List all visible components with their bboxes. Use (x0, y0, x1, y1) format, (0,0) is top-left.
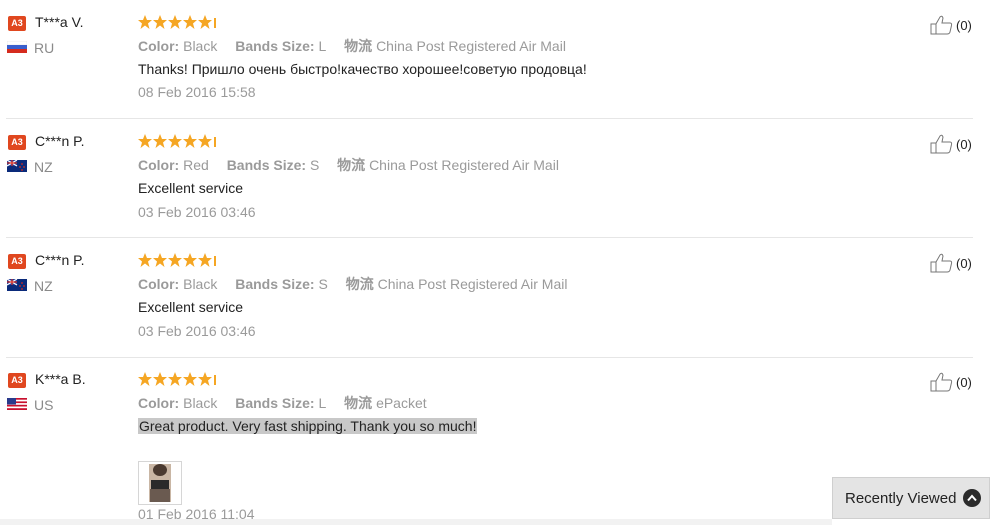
review-text: Excellent service (138, 180, 244, 196)
order-info: Color: Black Bands Size: L 物流 ePacket (138, 393, 427, 413)
size-label: Bands Size: (235, 276, 315, 292)
color-value: Black (183, 276, 218, 292)
thumbs-up-icon (930, 253, 953, 273)
size-value: L (318, 38, 327, 54)
review-item: A3 T***a V. RU Color: Black Bands Size: … (6, 14, 973, 119)
review-text: Great product. Very fast shipping. Thank… (138, 418, 478, 434)
color-label: Color: (138, 38, 180, 54)
helpful-count: (0) (956, 136, 972, 152)
shipping-value: China Post Registered Air Mail (376, 38, 566, 54)
review-date: 08 Feb 2016 15:58 (138, 84, 256, 100)
size-label: Bands Size: (235, 38, 315, 54)
shipping-label: 物流 (345, 276, 374, 292)
shipping-label: 物流 (344, 395, 373, 411)
helpful-count: (0) (956, 17, 972, 33)
reviewer-country: NZ (34, 278, 53, 294)
buyer-level-badge: A3 (8, 254, 26, 269)
rating-stars (138, 372, 216, 386)
buyer-level-badge: A3 (8, 135, 26, 150)
size-value: L (318, 395, 327, 411)
recently-viewed-label: Recently Viewed (845, 489, 957, 507)
reviewer-name: K***a B. (35, 371, 86, 387)
color-label: Color: (138, 276, 180, 292)
photo-image (139, 462, 181, 504)
review-item: A3 C***n P. NZ Color: Black Bands Size: … (6, 252, 973, 358)
thumbs-up-icon (930, 134, 953, 154)
flag-nz-icon (7, 279, 27, 291)
helpful-count: (0) (956, 374, 972, 390)
size-label: Bands Size: (226, 157, 307, 173)
helpful-button[interactable]: (0) (930, 15, 972, 35)
shipping-value: China Post Registered Air Mail (369, 157, 559, 173)
helpful-count: (0) (956, 255, 972, 271)
shipping-label: 物流 (337, 157, 366, 173)
reviewer-country: RU (34, 40, 55, 56)
buyer-level-badge: A3 (8, 16, 26, 31)
shipping-label: 物流 (344, 38, 373, 54)
color-value: Black (183, 395, 218, 411)
order-info: Color: Black Bands Size: S 物流 China Post… (138, 274, 567, 294)
color-value: Black (183, 38, 218, 54)
flag-ru-icon (7, 41, 27, 53)
review-text: Thanks! Пришло очень быстро!качество хор… (138, 61, 587, 77)
review-item: A3 C***n P. NZ Color: Red Bands Size: S … (6, 133, 973, 238)
chevron-up-icon (963, 489, 981, 507)
reviewer-name: C***n P. (35, 252, 85, 268)
reviewer-country: US (34, 397, 54, 413)
footer-strip (0, 519, 832, 525)
shipping-value: ePacket (376, 395, 427, 411)
shipping-value: China Post Registered Air Mail (377, 276, 568, 292)
color-label: Color: (138, 157, 180, 173)
review-date: 03 Feb 2016 03:46 (138, 204, 256, 220)
reviewer-name: C***n P. (35, 133, 85, 149)
review-date: 03 Feb 2016 03:46 (138, 323, 256, 339)
helpful-button[interactable]: (0) (930, 372, 972, 392)
color-label: Color: (138, 395, 180, 411)
thumbs-up-icon (930, 15, 953, 35)
order-info: Color: Red Bands Size: S 物流 China Post R… (138, 155, 559, 175)
thumbs-up-icon (930, 372, 953, 392)
reviewer-name: T***a V. (35, 14, 84, 30)
size-label: Bands Size: (235, 395, 315, 411)
flag-nz-icon (7, 160, 27, 172)
reviewer-country: NZ (34, 159, 53, 175)
rating-stars (138, 134, 216, 148)
helpful-button[interactable]: (0) (930, 134, 972, 154)
rating-stars (138, 253, 216, 267)
review-photo-thumbnail[interactable] (138, 461, 182, 505)
rating-stars (138, 15, 216, 29)
recently-viewed-button[interactable]: Recently Viewed (832, 477, 990, 519)
buyer-level-badge: A3 (8, 373, 26, 388)
helpful-button[interactable]: (0) (930, 253, 972, 273)
flag-us-icon (7, 398, 27, 410)
order-info: Color: Black Bands Size: L 物流 China Post… (138, 36, 566, 56)
review-text: Excellent service (138, 299, 244, 315)
review-item: A3 K***a B. US Color: Black Bands Size: … (6, 371, 973, 525)
color-value: Red (183, 157, 209, 173)
size-value: S (309, 157, 320, 173)
size-value: S (318, 276, 328, 292)
